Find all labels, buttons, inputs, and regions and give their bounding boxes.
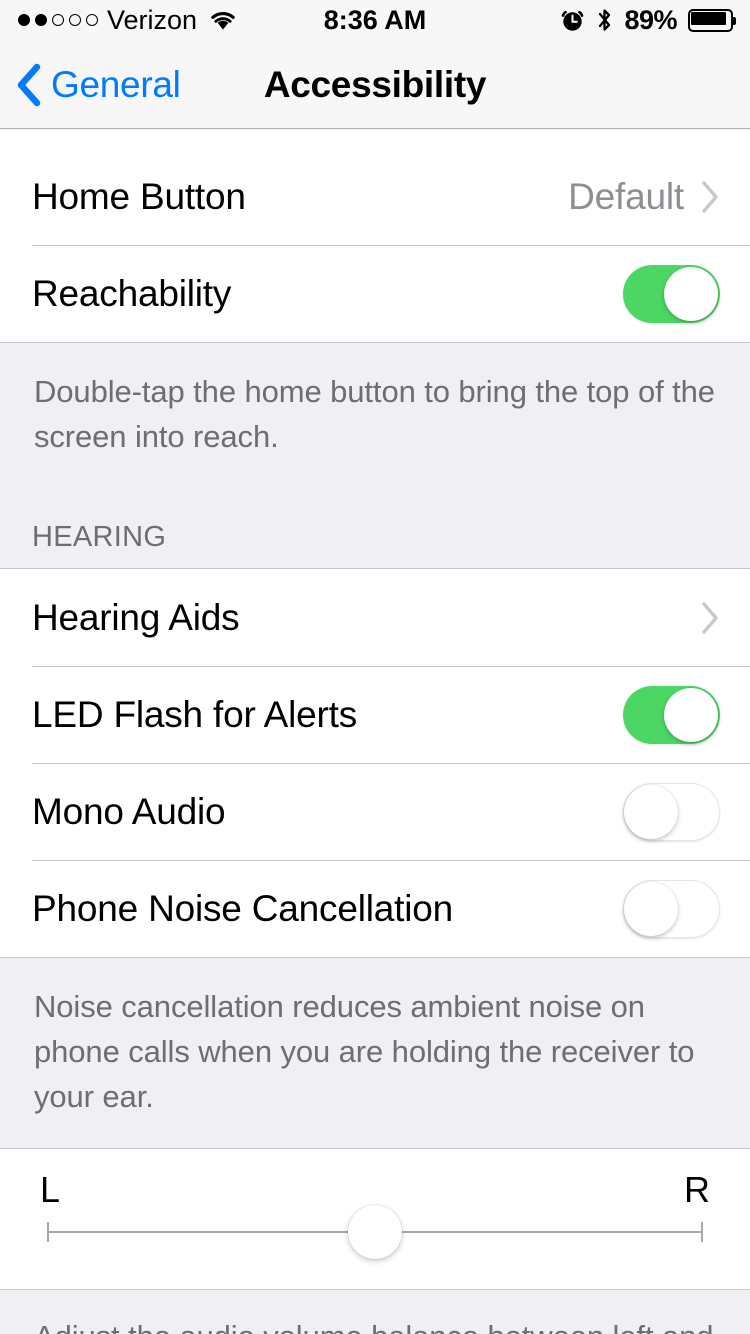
toggle-knob — [664, 266, 718, 321]
hearing-group: Hearing Aids LED Flash for Alerts Mono A… — [0, 569, 750, 957]
balance-slider[interactable] — [47, 1205, 703, 1259]
row-mono-audio-label: Mono Audio — [32, 790, 226, 832]
status-bar-right: 89% — [560, 5, 736, 36]
slider-tick-right — [701, 1222, 703, 1242]
interaction-group: Home Button Default Reachability — [0, 148, 750, 342]
toggle-knob — [624, 784, 678, 839]
iphone-screen: Verizon 8:36 AM 89% General Accessibilit… — [0, 0, 750, 1334]
gray-spacer-1 — [0, 459, 750, 521]
chevron-right-icon — [702, 601, 718, 634]
toggle-knob — [664, 687, 718, 742]
phone-noise-cancellation-toggle[interactable] — [623, 879, 720, 938]
battery-icon — [688, 8, 736, 32]
mono-audio-toggle[interactable] — [623, 782, 720, 841]
navigation-bar: General Accessibility — [0, 40, 750, 129]
status-bar: Verizon 8:36 AM 89% — [0, 0, 750, 40]
alarm-clock-icon — [562, 10, 584, 31]
balance-right-label: R — [684, 1169, 710, 1210]
slider-thumb[interactable] — [348, 1205, 402, 1259]
row-led-flash-for-alerts[interactable]: LED Flash for Alerts — [0, 666, 750, 763]
row-home-button-value: Default — [568, 175, 684, 217]
reachability-toggle[interactable] — [623, 264, 720, 323]
led-flash-toggle[interactable] — [623, 685, 720, 744]
row-phone-noise-cancellation[interactable]: Phone Noise Cancellation — [0, 860, 750, 957]
audio-balance-group: L R — [0, 1149, 750, 1289]
balance-footer: Adjust the audio volume balance between … — [0, 1289, 750, 1334]
row-led-flash-label: LED Flash for Alerts — [32, 693, 358, 735]
row-phone-noise-cancellation-label: Phone Noise Cancellation — [32, 887, 453, 929]
hearing-section-header: HEARING — [0, 521, 750, 569]
row-reachability[interactable]: Reachability — [0, 245, 750, 342]
row-mono-audio[interactable]: Mono Audio — [0, 763, 750, 860]
row-home-button-label: Home Button — [32, 175, 246, 217]
row-reachability-label: Reachability — [32, 272, 232, 314]
slider-tick-left — [47, 1222, 49, 1242]
gray-spacer-2 — [0, 1119, 750, 1149]
reachability-footer: Double-tap the home button to bring the … — [0, 342, 750, 459]
balance-left-label: L — [40, 1169, 61, 1210]
toggle-knob — [624, 881, 678, 936]
row-home-button[interactable]: Home Button Default — [0, 148, 750, 245]
row-hearing-aids[interactable]: Hearing Aids — [0, 569, 750, 666]
page-title: Accessibility — [263, 63, 487, 105]
chevron-right-icon — [702, 180, 718, 213]
bluetooth-icon — [599, 9, 611, 31]
clipped-row-label — [32, 130, 42, 132]
noise-cancellation-footer: Noise cancellation reduces ambient noise… — [0, 957, 750, 1119]
clipped-row-above — [0, 130, 750, 148]
settings-scroll-view[interactable]: Home Button Default Reachability Double-… — [0, 130, 750, 1334]
battery-percentage-label: 89% — [624, 4, 677, 35]
row-hearing-aids-label: Hearing Aids — [32, 596, 240, 638]
